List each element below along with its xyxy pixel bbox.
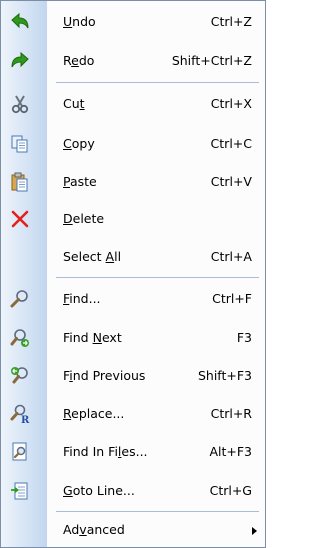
menu-item-goto-line[interactable]: Goto Line... Ctrl+G bbox=[1, 475, 265, 508]
menu-item-label: Advanced bbox=[63, 522, 125, 537]
menu-item-replace[interactable]: R Replace... Ctrl+R bbox=[1, 398, 265, 431]
menu-item-label: Find... bbox=[63, 291, 101, 306]
menu-item-cut[interactable]: Cut Ctrl+X bbox=[1, 88, 265, 121]
menu-item-label: Find Next bbox=[63, 330, 122, 345]
menu-item-label: Delete bbox=[63, 211, 105, 226]
menu-item-shortcut: Ctrl+V bbox=[210, 174, 252, 189]
magnifier-icon bbox=[9, 288, 31, 310]
goto-line-icon bbox=[9, 480, 31, 502]
menu-item-label: Goto Line... bbox=[63, 483, 135, 498]
menu-item-shortcut: Alt+F3 bbox=[209, 444, 252, 459]
menu-item-find-previous[interactable]: Find Previous Shift+F3 bbox=[1, 360, 265, 393]
menu-item-label: Replace... bbox=[63, 406, 125, 421]
menu-item-label: Undo bbox=[63, 14, 96, 29]
submenu-arrow-icon bbox=[252, 527, 257, 535]
menu-item-shortcut: Ctrl+C bbox=[210, 136, 252, 151]
menu-item-select-all[interactable]: Select All Ctrl+A bbox=[1, 241, 265, 274]
menu-item-delete[interactable]: Delete bbox=[1, 203, 265, 236]
menu-item-label: Redo bbox=[63, 53, 95, 68]
red-x-delete-icon bbox=[9, 208, 31, 230]
menu-item-find[interactable]: Find... Ctrl+F bbox=[1, 283, 265, 316]
menu-item-redo[interactable]: Redo Shift+Ctrl+Z bbox=[1, 45, 265, 78]
menu-item-label: Find Previous bbox=[63, 368, 146, 383]
menu-separator bbox=[56, 511, 259, 512]
menu-item-find-in-files[interactable]: Find In Files... Alt+F3 bbox=[1, 436, 265, 469]
menu-item-label: Find In Files... bbox=[63, 444, 148, 459]
menu-item-shortcut: Ctrl+F bbox=[212, 291, 252, 306]
menu-item-shortcut: Ctrl+A bbox=[210, 249, 252, 264]
menu-item-shortcut: Shift+F3 bbox=[197, 368, 252, 383]
menu-item-advanced[interactable]: Advanced bbox=[1, 514, 265, 547]
find-next-icon bbox=[9, 327, 31, 349]
menu-separator bbox=[56, 82, 259, 83]
svg-text:R: R bbox=[21, 415, 30, 425]
redo-arrow-icon bbox=[9, 50, 31, 72]
menu-item-label: Paste bbox=[63, 174, 97, 189]
menu-item-label: Cut bbox=[63, 96, 85, 111]
edit-context-menu: Undo Ctrl+Z Redo Shift+Ctrl+Z Cut Ctrl+X… bbox=[0, 0, 266, 548]
menu-item-undo[interactable]: Undo Ctrl+Z bbox=[1, 6, 265, 39]
clipboard-paste-icon bbox=[9, 171, 31, 193]
menu-item-shortcut: Ctrl+R bbox=[210, 406, 252, 421]
menu-item-shortcut: Shift+Ctrl+Z bbox=[171, 53, 252, 68]
scissors-icon bbox=[9, 93, 31, 115]
undo-arrow-icon bbox=[9, 11, 31, 33]
menu-item-label: Copy bbox=[63, 136, 95, 151]
menu-item-paste[interactable]: Paste Ctrl+V bbox=[1, 166, 265, 199]
menu-item-copy[interactable]: Copy Ctrl+C bbox=[1, 128, 265, 161]
menu-item-label: Select All bbox=[63, 249, 122, 264]
find-previous-icon bbox=[9, 365, 31, 387]
menu-item-find-next[interactable]: Find Next F3 bbox=[1, 322, 265, 355]
menu-separator bbox=[56, 277, 259, 278]
menu-item-shortcut: Ctrl+X bbox=[210, 96, 252, 111]
find-in-files-icon bbox=[9, 441, 31, 463]
replace-icon: R bbox=[9, 403, 31, 425]
menu-item-shortcut: Ctrl+G bbox=[209, 483, 252, 498]
menu-item-shortcut: Ctrl+Z bbox=[210, 14, 252, 29]
menu-item-shortcut: F3 bbox=[236, 330, 252, 345]
copy-documents-icon bbox=[9, 133, 31, 155]
